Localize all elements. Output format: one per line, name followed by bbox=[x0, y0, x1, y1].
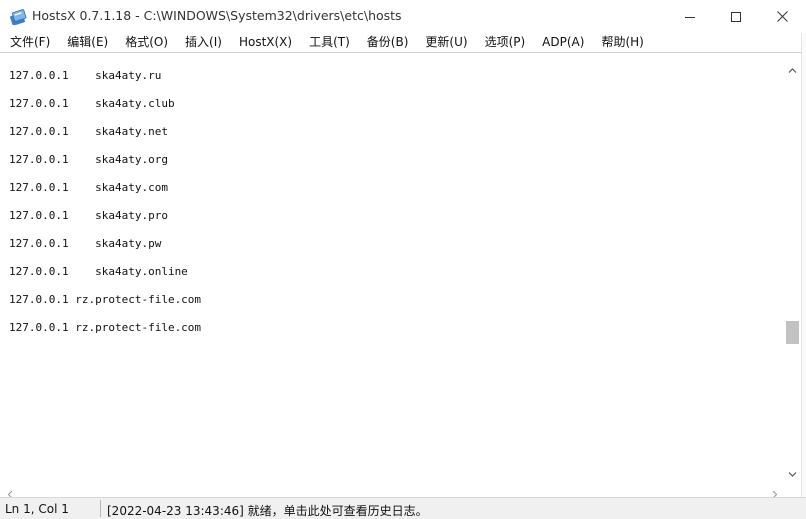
editor-line: 127.0.0.1 ska4aty.net bbox=[9, 125, 168, 138]
status-divider bbox=[100, 500, 101, 517]
scrollbar-corner bbox=[784, 480, 801, 497]
menu-bar: 文件(F) 编辑(E) 格式(O) 插入(I) HostX(X) 工具(T) 备… bbox=[0, 33, 806, 52]
menu-edit[interactable]: 编辑(E) bbox=[57, 33, 115, 52]
menu-format[interactable]: 格式(O) bbox=[115, 33, 175, 52]
window-title: HostsX 0.7.1.18 - C:\WINDOWS\System32\dr… bbox=[32, 8, 402, 23]
scroll-left-arrow-icon[interactable] bbox=[6, 484, 15, 499]
status-bar: Ln 1, Col 1 [2022-04-23 13:43:46] 就绪，单击此… bbox=[0, 497, 806, 519]
menu-help[interactable]: 帮助(H) bbox=[591, 33, 650, 52]
hostsx-app-icon[interactable] bbox=[10, 9, 27, 26]
cursor-position: Ln 1, Col 1 bbox=[5, 502, 69, 516]
menu-backup[interactable]: 备份(B) bbox=[357, 33, 416, 52]
scroll-right-arrow-icon[interactable] bbox=[770, 484, 779, 499]
minimize-button[interactable] bbox=[667, 0, 713, 33]
vertical-scrollbar[interactable] bbox=[784, 53, 801, 480]
maximize-button[interactable] bbox=[713, 0, 759, 33]
editor-line: 127.0.0.1 ska4aty.club bbox=[9, 97, 175, 110]
vertical-scroll-thumb[interactable] bbox=[786, 321, 799, 344]
menu-update[interactable]: 更新(U) bbox=[415, 33, 474, 52]
horizontal-scrollbar[interactable] bbox=[0, 480, 784, 499]
menu-file[interactable]: 文件(F) bbox=[0, 33, 57, 52]
menu-options[interactable]: 选项(P) bbox=[475, 33, 533, 52]
menu-insert[interactable]: 插入(I) bbox=[175, 33, 229, 52]
maximize-icon bbox=[731, 11, 741, 22]
editor-line: 127.0.0.1 ska4aty.pro bbox=[9, 209, 168, 222]
scroll-up-arrow-icon[interactable] bbox=[788, 60, 797, 73]
menu-hostx[interactable]: HostX(X) bbox=[229, 33, 299, 52]
hosts-editor[interactable]: 127.0.0.1 ska4aty.ru 127.0.0.1 ska4aty.c… bbox=[0, 53, 784, 480]
menu-tools[interactable]: 工具(T) bbox=[299, 33, 357, 52]
editor-line: 127.0.0.1 ska4aty.org bbox=[9, 153, 168, 166]
status-log-message[interactable]: [2022-04-23 13:43:46] 就绪，单击此处可查看历史日志。 bbox=[107, 502, 428, 519]
editor-line: 127.0.0.1 ska4aty.online bbox=[9, 265, 188, 278]
close-icon bbox=[776, 11, 788, 22]
editor-line: 127.0.0.1 ska4aty.com bbox=[9, 181, 168, 194]
menu-adp[interactable]: ADP(A) bbox=[532, 33, 591, 52]
close-button[interactable] bbox=[759, 0, 805, 33]
editor-line: 127.0.0.1 rz.protect-file.com bbox=[9, 321, 202, 334]
window-edge bbox=[801, 33, 806, 518]
title-bar[interactable]: HostsX 0.7.1.18 - C:\WINDOWS\System32\dr… bbox=[0, 0, 806, 33]
editor-line: 127.0.0.1 ska4aty.ru bbox=[9, 69, 162, 82]
editor-line: 127.0.0.1 rz.protect-file.com bbox=[9, 293, 202, 306]
editor-line: 127.0.0.1 ska4aty.pw bbox=[9, 237, 162, 250]
hostsx-window: HostsX 0.7.1.18 - C:\WINDOWS\System32\dr… bbox=[0, 0, 806, 519]
minimize-icon bbox=[685, 12, 695, 22]
scroll-down-arrow-icon[interactable] bbox=[788, 464, 797, 477]
